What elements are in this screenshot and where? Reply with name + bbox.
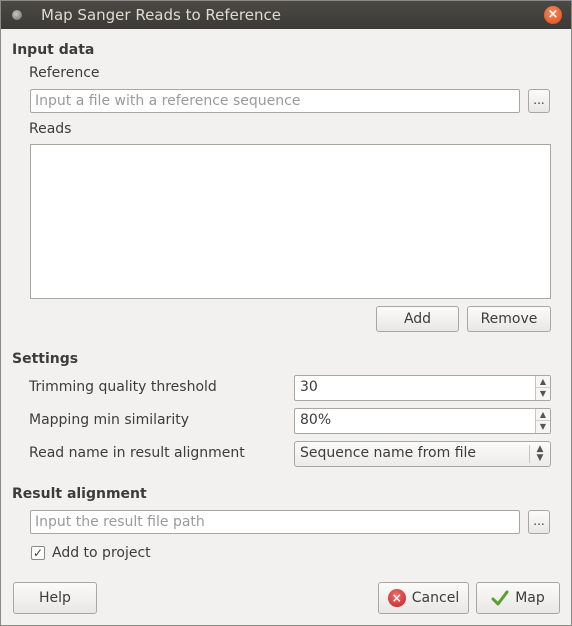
trimming-spinbox[interactable]: 30 ▲ ▼ bbox=[294, 375, 551, 401]
add-to-project-checkbox[interactable]: ✓ bbox=[31, 546, 45, 560]
close-icon[interactable]: × bbox=[544, 6, 562, 24]
read-name-value: Sequence name from file bbox=[300, 445, 477, 461]
trimming-label: Trimming quality threshold bbox=[29, 379, 217, 395]
trimming-value: 30 bbox=[300, 379, 318, 395]
cancel-icon: × bbox=[387, 589, 406, 607]
title-bar: Map Sanger Reads to Reference × bbox=[1, 1, 571, 29]
mapping-spinbox[interactable]: 80% ▲ ▼ bbox=[294, 408, 551, 434]
result-browse-button[interactable]: ... bbox=[528, 510, 550, 534]
help-button[interactable]: Help bbox=[13, 582, 97, 614]
window-menu-icon[interactable] bbox=[12, 10, 22, 20]
check-icon bbox=[491, 590, 509, 606]
result-path-input[interactable]: Input the result file path bbox=[30, 510, 520, 534]
combo-separator bbox=[529, 445, 530, 463]
read-name-select[interactable]: Sequence name from file ▲ ▼ bbox=[294, 441, 551, 467]
settings-section-label: Settings bbox=[12, 351, 79, 367]
add-reads-button[interactable]: Add bbox=[376, 306, 459, 332]
chevron-down-icon[interactable]: ▼ bbox=[536, 421, 550, 433]
window-title: Map Sanger Reads to Reference bbox=[41, 6, 281, 24]
reference-input[interactable]: Input a file with a reference sequence bbox=[30, 89, 520, 113]
cancel-label: Cancel bbox=[411, 590, 460, 606]
add-to-project-label[interactable]: Add to project bbox=[52, 545, 151, 561]
mapping-value: 80% bbox=[300, 412, 332, 428]
cancel-button[interactable]: × Cancel bbox=[378, 582, 469, 614]
select-arrows-icon: ▲ ▼ bbox=[536, 444, 544, 463]
reads-list[interactable] bbox=[30, 144, 551, 299]
remove-reads-button[interactable]: Remove bbox=[467, 306, 551, 332]
chevron-up-icon[interactable]: ▲ bbox=[536, 409, 550, 421]
map-label: Map bbox=[515, 590, 545, 606]
mapping-stepper[interactable]: ▲ ▼ bbox=[535, 409, 550, 433]
read-name-label: Read name in result alignment bbox=[29, 445, 245, 461]
dialog-window: Map Sanger Reads to Reference × Input da… bbox=[0, 0, 572, 626]
reference-browse-button[interactable]: ... bbox=[528, 89, 550, 113]
reads-label: Reads bbox=[29, 121, 72, 137]
map-button[interactable]: Map bbox=[476, 582, 560, 614]
input-data-section-label: Input data bbox=[12, 42, 95, 58]
reference-placeholder: Input a file with a reference sequence bbox=[35, 93, 301, 109]
trimming-stepper[interactable]: ▲ ▼ bbox=[535, 376, 550, 400]
chevron-up-icon[interactable]: ▲ bbox=[536, 376, 550, 388]
mapping-label: Mapping min similarity bbox=[29, 412, 189, 428]
result-path-placeholder: Input the result file path bbox=[35, 514, 205, 530]
result-section-label: Result alignment bbox=[12, 486, 147, 502]
chevron-down-icon[interactable]: ▼ bbox=[536, 388, 550, 400]
reference-label: Reference bbox=[29, 65, 100, 81]
